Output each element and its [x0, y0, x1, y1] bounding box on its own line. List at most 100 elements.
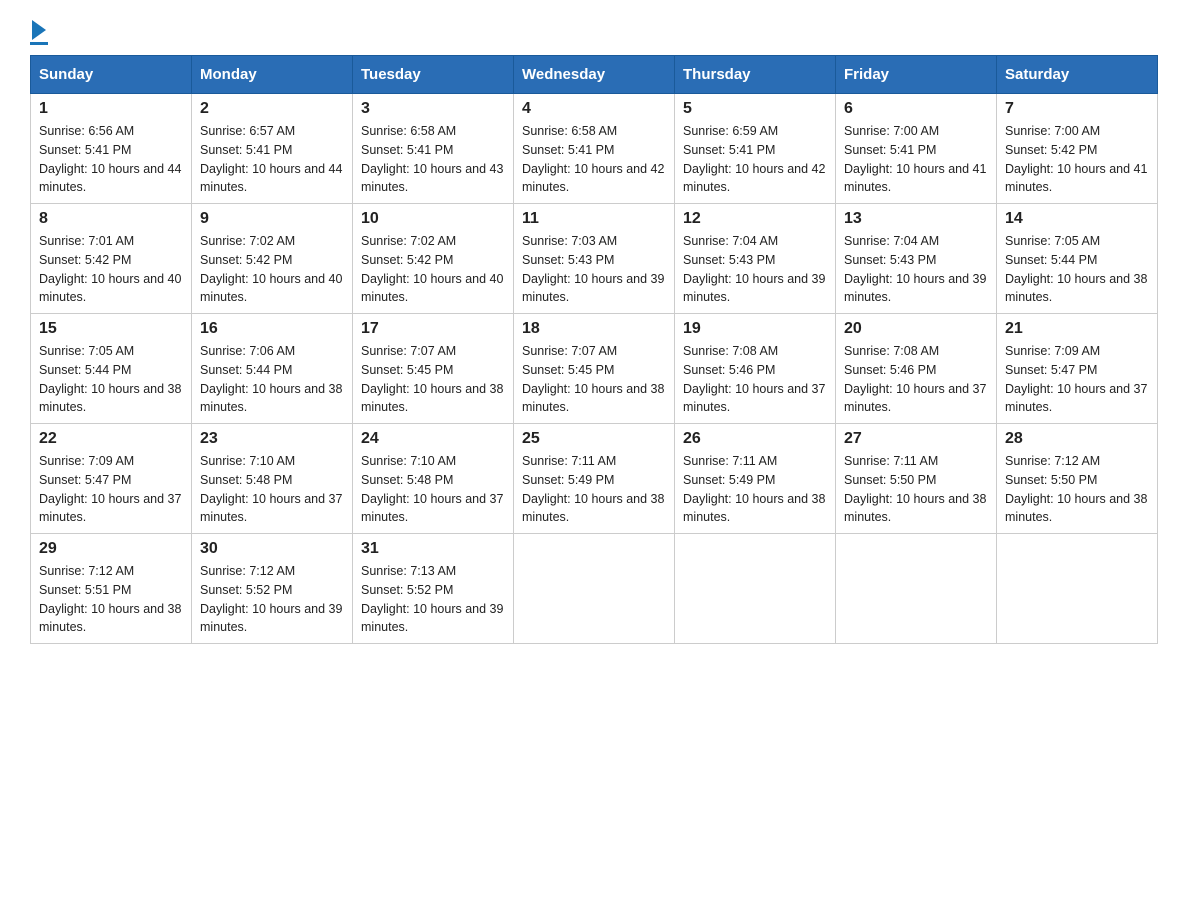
- day-number: 7: [1005, 100, 1149, 118]
- day-info: Sunrise: 7:04 AM Sunset: 5:43 PM Dayligh…: [844, 232, 988, 307]
- sunset-label: Sunset: 5:45 PM: [361, 363, 453, 377]
- sunset-label: Sunset: 5:44 PM: [200, 363, 292, 377]
- sunrise-label: Sunrise: 7:10 AM: [361, 454, 456, 468]
- day-info: Sunrise: 7:05 AM Sunset: 5:44 PM Dayligh…: [39, 342, 183, 417]
- calendar-cell: 3 Sunrise: 6:58 AM Sunset: 5:41 PM Dayli…: [353, 94, 514, 204]
- day-number: 29: [39, 540, 183, 558]
- day-number: 10: [361, 210, 505, 228]
- daylight-label: Daylight: 10 hours and 41 minutes.: [1005, 162, 1147, 195]
- sunrise-label: Sunrise: 7:02 AM: [361, 234, 456, 248]
- day-info: Sunrise: 7:10 AM Sunset: 5:48 PM Dayligh…: [361, 452, 505, 527]
- calendar-cell: 14 Sunrise: 7:05 AM Sunset: 5:44 PM Dayl…: [997, 204, 1158, 314]
- calendar-cell: 1 Sunrise: 6:56 AM Sunset: 5:41 PM Dayli…: [31, 94, 192, 204]
- day-info: Sunrise: 7:02 AM Sunset: 5:42 PM Dayligh…: [361, 232, 505, 307]
- calendar-week-row: 29 Sunrise: 7:12 AM Sunset: 5:51 PM Dayl…: [31, 534, 1158, 644]
- sunrise-label: Sunrise: 7:11 AM: [683, 454, 777, 468]
- sunrise-label: Sunrise: 7:00 AM: [844, 124, 939, 138]
- sunrise-label: Sunrise: 7:00 AM: [1005, 124, 1100, 138]
- day-info: Sunrise: 7:12 AM Sunset: 5:52 PM Dayligh…: [200, 562, 344, 637]
- sunrise-label: Sunrise: 7:07 AM: [361, 344, 456, 358]
- sunrise-label: Sunrise: 7:09 AM: [39, 454, 134, 468]
- logo-arrow-icon: [32, 20, 46, 40]
- calendar-header-row: Sunday Monday Tuesday Wednesday Thursday…: [31, 56, 1158, 94]
- day-info: Sunrise: 7:12 AM Sunset: 5:51 PM Dayligh…: [39, 562, 183, 637]
- calendar-cell: 18 Sunrise: 7:07 AM Sunset: 5:45 PM Dayl…: [514, 314, 675, 424]
- calendar-cell: 7 Sunrise: 7:00 AM Sunset: 5:42 PM Dayli…: [997, 94, 1158, 204]
- logo-underline: [30, 42, 48, 45]
- daylight-label: Daylight: 10 hours and 37 minutes.: [200, 492, 342, 525]
- day-info: Sunrise: 6:59 AM Sunset: 5:41 PM Dayligh…: [683, 122, 827, 197]
- day-number: 26: [683, 430, 827, 448]
- daylight-label: Daylight: 10 hours and 38 minutes.: [361, 382, 503, 415]
- day-number: 22: [39, 430, 183, 448]
- daylight-label: Daylight: 10 hours and 37 minutes.: [361, 492, 503, 525]
- day-number: 23: [200, 430, 344, 448]
- calendar-cell: 23 Sunrise: 7:10 AM Sunset: 5:48 PM Dayl…: [192, 424, 353, 534]
- day-number: 9: [200, 210, 344, 228]
- day-info: Sunrise: 7:02 AM Sunset: 5:42 PM Dayligh…: [200, 232, 344, 307]
- calendar-cell: 29 Sunrise: 7:12 AM Sunset: 5:51 PM Dayl…: [31, 534, 192, 644]
- sunset-label: Sunset: 5:41 PM: [361, 143, 453, 157]
- sunrise-label: Sunrise: 7:10 AM: [200, 454, 295, 468]
- daylight-label: Daylight: 10 hours and 38 minutes.: [1005, 272, 1147, 305]
- day-info: Sunrise: 7:12 AM Sunset: 5:50 PM Dayligh…: [1005, 452, 1149, 527]
- day-info: Sunrise: 7:11 AM Sunset: 5:50 PM Dayligh…: [844, 452, 988, 527]
- day-info: Sunrise: 7:07 AM Sunset: 5:45 PM Dayligh…: [361, 342, 505, 417]
- sunset-label: Sunset: 5:44 PM: [1005, 253, 1097, 267]
- calendar-body: 1 Sunrise: 6:56 AM Sunset: 5:41 PM Dayli…: [31, 94, 1158, 644]
- daylight-label: Daylight: 10 hours and 38 minutes.: [844, 492, 986, 525]
- day-info: Sunrise: 7:11 AM Sunset: 5:49 PM Dayligh…: [683, 452, 827, 527]
- calendar-cell: 20 Sunrise: 7:08 AM Sunset: 5:46 PM Dayl…: [836, 314, 997, 424]
- daylight-label: Daylight: 10 hours and 40 minutes.: [200, 272, 342, 305]
- day-info: Sunrise: 7:09 AM Sunset: 5:47 PM Dayligh…: [1005, 342, 1149, 417]
- sunrise-label: Sunrise: 7:12 AM: [39, 564, 134, 578]
- sunrise-label: Sunrise: 6:58 AM: [522, 124, 617, 138]
- day-info: Sunrise: 7:09 AM Sunset: 5:47 PM Dayligh…: [39, 452, 183, 527]
- sunset-label: Sunset: 5:45 PM: [522, 363, 614, 377]
- daylight-label: Daylight: 10 hours and 38 minutes.: [522, 382, 664, 415]
- sunrise-label: Sunrise: 7:07 AM: [522, 344, 617, 358]
- day-info: Sunrise: 7:10 AM Sunset: 5:48 PM Dayligh…: [200, 452, 344, 527]
- calendar-cell: 12 Sunrise: 7:04 AM Sunset: 5:43 PM Dayl…: [675, 204, 836, 314]
- header-saturday: Saturday: [997, 56, 1158, 94]
- day-info: Sunrise: 7:00 AM Sunset: 5:41 PM Dayligh…: [844, 122, 988, 197]
- calendar-cell: 17 Sunrise: 7:07 AM Sunset: 5:45 PM Dayl…: [353, 314, 514, 424]
- day-number: 13: [844, 210, 988, 228]
- sunrise-label: Sunrise: 7:13 AM: [361, 564, 456, 578]
- day-info: Sunrise: 7:13 AM Sunset: 5:52 PM Dayligh…: [361, 562, 505, 637]
- daylight-label: Daylight: 10 hours and 39 minutes.: [844, 272, 986, 305]
- calendar-cell: 4 Sunrise: 6:58 AM Sunset: 5:41 PM Dayli…: [514, 94, 675, 204]
- sunrise-label: Sunrise: 7:03 AM: [522, 234, 617, 248]
- calendar-cell: 28 Sunrise: 7:12 AM Sunset: 5:50 PM Dayl…: [997, 424, 1158, 534]
- day-info: Sunrise: 6:58 AM Sunset: 5:41 PM Dayligh…: [522, 122, 666, 197]
- calendar-cell: 31 Sunrise: 7:13 AM Sunset: 5:52 PM Dayl…: [353, 534, 514, 644]
- calendar-week-row: 15 Sunrise: 7:05 AM Sunset: 5:44 PM Dayl…: [31, 314, 1158, 424]
- day-info: Sunrise: 7:05 AM Sunset: 5:44 PM Dayligh…: [1005, 232, 1149, 307]
- calendar-cell: [675, 534, 836, 644]
- daylight-label: Daylight: 10 hours and 42 minutes.: [522, 162, 664, 195]
- calendar-week-row: 22 Sunrise: 7:09 AM Sunset: 5:47 PM Dayl…: [31, 424, 1158, 534]
- day-number: 21: [1005, 320, 1149, 338]
- calendar-cell: 10 Sunrise: 7:02 AM Sunset: 5:42 PM Dayl…: [353, 204, 514, 314]
- sunrise-label: Sunrise: 7:08 AM: [844, 344, 939, 358]
- sunset-label: Sunset: 5:52 PM: [361, 583, 453, 597]
- sunset-label: Sunset: 5:46 PM: [844, 363, 936, 377]
- daylight-label: Daylight: 10 hours and 37 minutes.: [683, 382, 825, 415]
- sunset-label: Sunset: 5:41 PM: [522, 143, 614, 157]
- header-tuesday: Tuesday: [353, 56, 514, 94]
- calendar-cell: 13 Sunrise: 7:04 AM Sunset: 5:43 PM Dayl…: [836, 204, 997, 314]
- day-number: 24: [361, 430, 505, 448]
- header-friday: Friday: [836, 56, 997, 94]
- sunset-label: Sunset: 5:47 PM: [39, 473, 131, 487]
- calendar-cell: 8 Sunrise: 7:01 AM Sunset: 5:42 PM Dayli…: [31, 204, 192, 314]
- sunset-label: Sunset: 5:47 PM: [1005, 363, 1097, 377]
- daylight-label: Daylight: 10 hours and 44 minutes.: [200, 162, 342, 195]
- day-number: 4: [522, 100, 666, 118]
- sunset-label: Sunset: 5:43 PM: [844, 253, 936, 267]
- sunset-label: Sunset: 5:50 PM: [844, 473, 936, 487]
- sunset-label: Sunset: 5:52 PM: [200, 583, 292, 597]
- calendar-cell: [514, 534, 675, 644]
- daylight-label: Daylight: 10 hours and 38 minutes.: [39, 382, 181, 415]
- sunrise-label: Sunrise: 7:11 AM: [522, 454, 616, 468]
- daylight-label: Daylight: 10 hours and 40 minutes.: [361, 272, 503, 305]
